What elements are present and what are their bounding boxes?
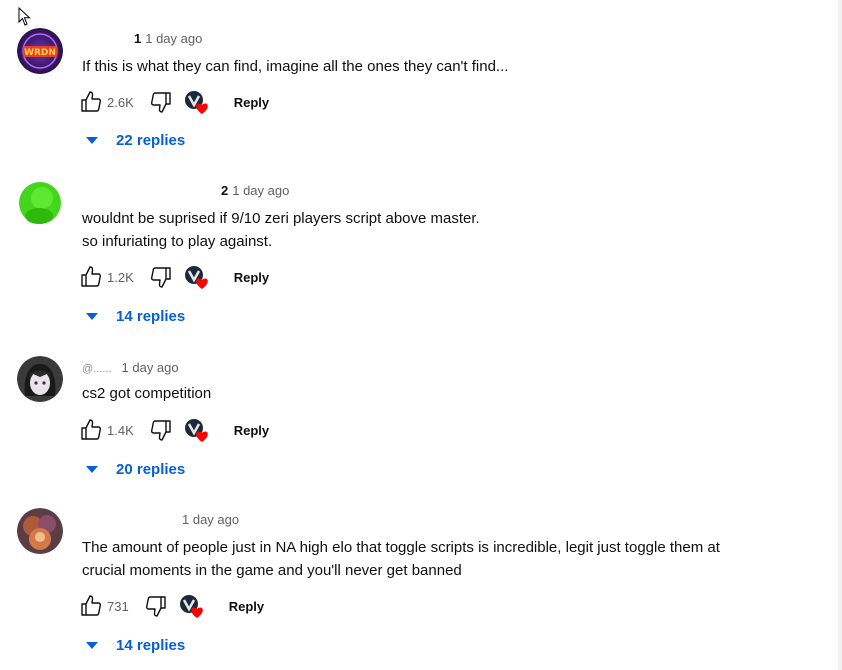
view-replies-button[interactable]: 14 replies [86,308,185,325]
replies-label: 22 replies [116,132,186,149]
comment-meta: 1 day ago [178,512,239,527]
timestamp[interactable]: 1 day ago [145,31,202,46]
dislike-button[interactable] [148,417,174,443]
thumbs-down-icon [150,92,171,113]
caret-down-icon [86,136,98,144]
comment-actions: 1.2K Reply [78,263,275,291]
avatar[interactable] [17,356,63,402]
green-face-avatar-icon [17,180,63,226]
comment-text: cs2 got competition [82,382,802,405]
thumbs-up-icon [81,91,102,112]
timestamp[interactable]: 1 day ago [232,183,289,198]
view-replies-button[interactable]: 22 replies [86,132,185,149]
comment-actions: 2.6K Reply [78,88,275,116]
reply-button[interactable]: Reply [228,266,275,289]
creator-heart [184,90,208,114]
comment-line: The amount of people just in NA high elo… [82,539,720,556]
reply-button[interactable]: Reply [228,419,275,442]
caret-down-icon [86,312,98,320]
author-handle[interactable]: @...... [82,363,112,375]
creator-heart-icon [184,419,208,442]
timestamp[interactable]: 1 day ago [182,512,239,527]
like-button[interactable] [78,593,104,619]
view-replies-button[interactable]: 14 replies [86,637,185,654]
thumbs-down-icon [145,596,166,617]
comment-line: crucial moments in the game and you'll n… [82,562,462,579]
comment-line: If this is what they can find, imagine a… [82,58,509,75]
reply-button[interactable]: Reply [228,91,275,114]
thumbs-up-icon [81,266,102,287]
scrollbar-track[interactable] [838,0,842,670]
view-replies-button[interactable]: 20 replies [86,461,185,478]
like-count: 2.6K [107,94,134,110]
reply-button[interactable]: Reply [223,595,270,618]
caret-down-icon [86,465,98,473]
author-handle[interactable]: 1 [134,31,141,46]
like-count: 731 [107,598,129,614]
like-button[interactable] [78,264,104,290]
dislike-button[interactable] [143,593,169,619]
replies-label: 14 replies [116,308,186,325]
comment-text: The amount of people just in NA high elo… [82,536,802,582]
comment-actions: 1.4K Reply [78,416,275,444]
like-button[interactable] [78,89,104,115]
thumbs-down-icon [150,420,171,441]
comment-meta: 1 1 day ago [134,31,202,46]
comment-text: wouldnt be suprised if 9/10 zeri players… [82,207,802,253]
thumbs-down-icon [150,267,171,288]
thumbs-up-icon [81,419,102,440]
like-count: 1.2K [107,269,134,285]
champion-art-avatar-icon [17,508,63,554]
comment-meta: @...... 1 day ago [82,360,179,375]
comment-actions: 731 Reply [78,592,270,620]
thumbs-up-icon [81,595,102,616]
comment-line: so infuriating to play against. [82,233,273,250]
creator-heart [184,418,208,442]
anime-girl-avatar-icon [17,356,63,402]
creator-heart-icon [184,266,208,289]
like-count: 1.4K [107,422,134,438]
avatar[interactable] [17,508,63,554]
creator-heart-icon [184,91,208,114]
dislike-button[interactable] [148,89,174,115]
dislike-button[interactable] [148,264,174,290]
replies-label: 14 replies [116,637,186,654]
replies-label: 20 replies [116,461,186,478]
timestamp[interactable]: 1 day ago [122,360,179,375]
purple-logo-avatar-icon: WRDN [17,28,63,74]
comment-text: If this is what they can find, imagine a… [82,55,802,78]
author-handle[interactable]: 2 [221,183,228,198]
creator-heart-icon [179,595,203,618]
svg-text:WRDN: WRDN [24,48,56,58]
avatar[interactable] [17,180,63,226]
comment-line: cs2 got competition [82,385,212,402]
creator-heart [179,594,203,618]
comment-line: wouldnt be suprised if 9/10 zeri players… [82,210,480,227]
caret-down-icon [86,641,98,649]
avatar[interactable]: WRDN [17,28,63,74]
comment-meta: 2 1 day ago [221,183,289,198]
mouse-cursor-icon [18,7,31,26]
like-button[interactable] [78,417,104,443]
creator-heart [184,265,208,289]
